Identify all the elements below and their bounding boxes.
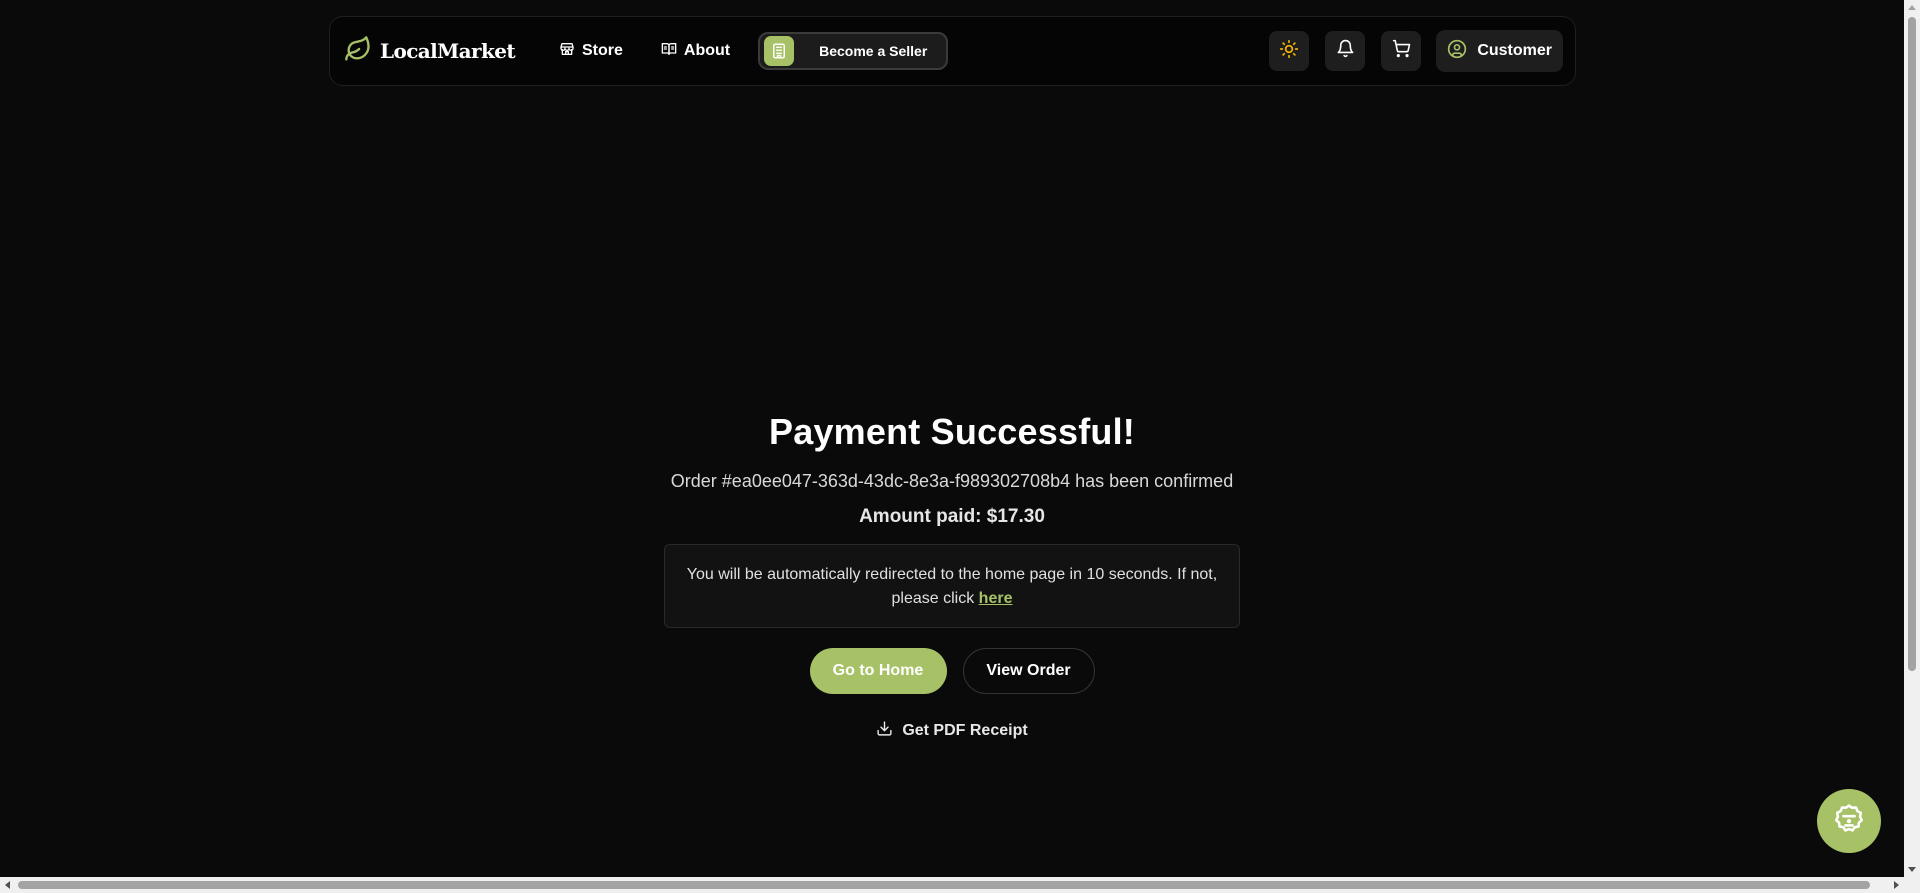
user-name: Customer	[1477, 42, 1552, 59]
page: LocalMarket Store About Become a Seller …	[0, 0, 1920, 893]
redirect-notice: You will be automatically redirected to …	[664, 544, 1240, 628]
go-to-home-button[interactable]: Go to Home	[809, 648, 947, 694]
leaf-icon	[344, 35, 372, 68]
bell-icon	[1336, 39, 1355, 63]
action-buttons: Go to Home View Order	[809, 648, 1095, 694]
get-pdf-receipt-link[interactable]: Get PDF Receipt	[876, 720, 1028, 742]
sun-icon	[1279, 39, 1299, 64]
store-icon	[559, 41, 575, 62]
redirect-here-link[interactable]: here	[979, 590, 1013, 607]
book-open-icon	[661, 41, 677, 62]
vertical-scrollbar[interactable]	[1904, 0, 1920, 877]
nav-link-label: About	[683, 42, 731, 59]
get-pdf-receipt-label: Get PDF Receipt	[902, 722, 1028, 739]
horizontal-scrollbar[interactable]	[0, 877, 1904, 893]
scrollbar-corner	[1904, 877, 1920, 893]
scroll-down-arrow-icon[interactable]	[1908, 867, 1916, 872]
cart-icon	[1392, 39, 1411, 63]
nav-link-label: Store	[582, 42, 623, 59]
order-confirmation-text: Order #ea0ee047-363d-43dc-8e3a-f98930270…	[670, 471, 1234, 491]
scroll-left-arrow-icon[interactable]	[5, 881, 10, 889]
nav-link-about[interactable]: About	[661, 41, 730, 62]
brand-logo[interactable]: LocalMarket	[344, 35, 516, 68]
scroll-up-arrow-icon[interactable]	[1908, 5, 1916, 10]
download-icon	[876, 720, 893, 742]
store-building-icon	[764, 36, 795, 66]
notifications-button[interactable]	[1325, 31, 1366, 71]
user-menu-button[interactable]: Customer	[1436, 30, 1563, 72]
nav-links: Store About	[559, 41, 730, 62]
cart-button[interactable]	[1381, 31, 1422, 71]
nav-link-store[interactable]: Store	[559, 41, 623, 62]
brand-name: LocalMarket	[380, 39, 516, 63]
view-order-button[interactable]: View Order	[962, 648, 1095, 694]
theme-toggle-button[interactable]	[1269, 31, 1310, 71]
payment-success-panel: Payment Successful! Order #ea0ee047-363d…	[0, 400, 1904, 742]
scroll-right-arrow-icon[interactable]	[1894, 881, 1899, 889]
redirect-text: You will be automatically redirected to …	[686, 566, 1218, 607]
page-title: Payment Successful!	[769, 411, 1135, 452]
user-circle-icon	[1447, 39, 1467, 64]
become-seller-button[interactable]: Become a Seller	[758, 32, 949, 70]
amount-paid-text: Amount paid: $17.30	[859, 506, 1045, 527]
horizontal-scrollbar-thumb[interactable]	[18, 881, 1870, 889]
become-seller-label: Become a Seller	[819, 43, 928, 59]
nav-actions: Customer	[1269, 30, 1563, 72]
vertical-scrollbar-thumb[interactable]	[1908, 17, 1916, 671]
chat-bot-icon	[1832, 802, 1866, 841]
navbar: LocalMarket Store About Become a Seller …	[329, 16, 1576, 86]
chat-assistant-button[interactable]	[1817, 789, 1881, 853]
